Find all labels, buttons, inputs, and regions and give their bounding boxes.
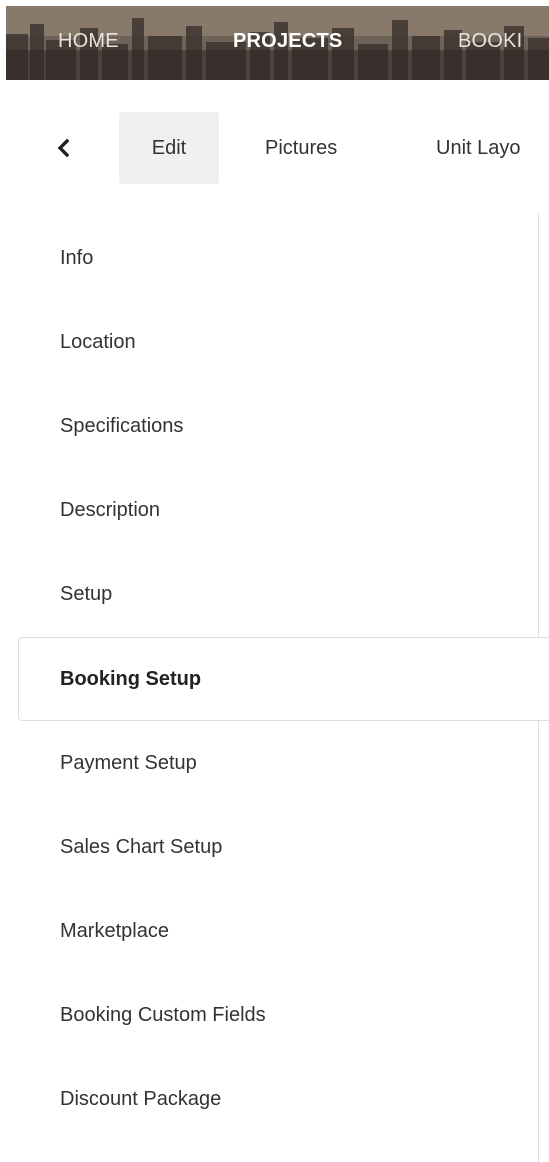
side-menu-item-info[interactable]: Info [0, 216, 549, 300]
side-menu-item-setup[interactable]: Setup [0, 552, 549, 636]
side-menu-item-label: Description [60, 499, 161, 521]
side-menu-item-description[interactable]: Description [0, 468, 549, 552]
side-menu-item-label: Setup [60, 583, 113, 605]
side-menu-item-label: Location [60, 331, 136, 353]
tab-edit[interactable]: Edit [119, 112, 219, 184]
side-menu-item-label: Booking Setup [60, 668, 202, 690]
side-menu-item-label: Booking Custom Fields [60, 1004, 266, 1026]
back-button[interactable] [54, 134, 74, 162]
chevron-left-icon [57, 138, 70, 158]
nav-item-booking[interactable]: BOOKI [458, 26, 522, 56]
side-menu-item-label: Marketplace [60, 920, 169, 942]
side-menu-item-booking-custom-fields[interactable]: Booking Custom Fields [0, 973, 549, 1057]
nav-item-projects[interactable]: PROJECTS [233, 26, 342, 56]
side-menu-item-discount-package[interactable]: Discount Package [0, 1057, 549, 1141]
tab-pictures[interactable]: Pictures [265, 112, 337, 184]
side-menu-item-payment-setup[interactable]: Payment Setup [0, 721, 549, 805]
side-menu-item-sales-chart-setup[interactable]: Sales Chart Setup [0, 805, 549, 889]
side-menu-item-booking-setup[interactable]: Booking Setup [18, 637, 549, 721]
side-menu-item-label: Payment Setup [60, 752, 197, 774]
side-menu-item-location[interactable]: Location [0, 300, 549, 384]
side-menu-item-specifications[interactable]: Specifications [0, 384, 549, 468]
side-menu-item-label: Specifications [60, 415, 184, 437]
tab-unit-layout[interactable]: Unit Layo [436, 112, 521, 184]
side-menu-item-label: Sales Chart Setup [60, 836, 223, 858]
side-menu-item-label: Discount Package [60, 1088, 222, 1110]
side-menu-item-label: Info [60, 247, 94, 269]
side-menu-item-marketplace[interactable]: Marketplace [0, 889, 549, 973]
top-navigation-bar: HOME PROJECTS BOOKI [6, 6, 549, 80]
project-subtabs: Edit Pictures Unit Layo [0, 112, 549, 184]
nav-item-home[interactable]: HOME [58, 26, 119, 56]
